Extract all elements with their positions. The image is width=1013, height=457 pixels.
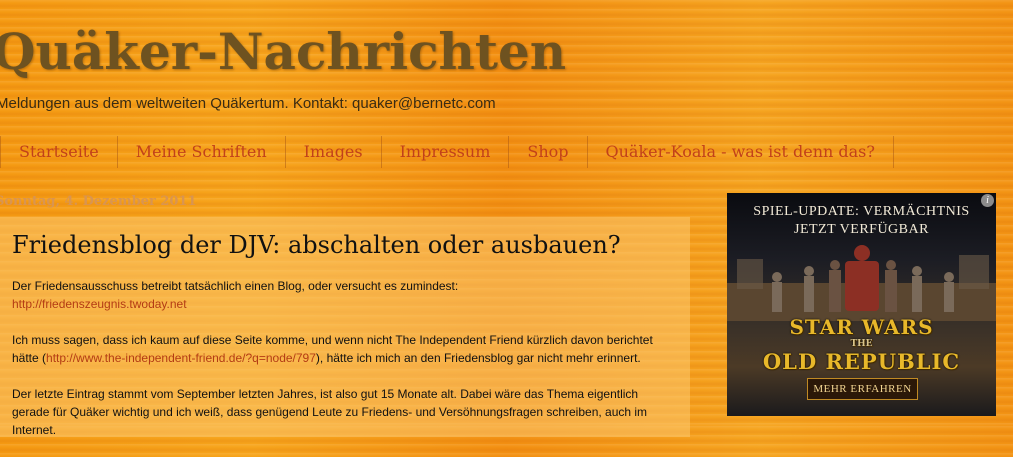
post-paragraph-3: Der letzte Eintrag stammt vom September … [12, 387, 648, 437]
nav-divider [892, 136, 895, 168]
sidebar-ad-banner[interactable]: i SPIEL-UPDATE: VERMÄCHTNIS JETZT VERFÜG… [727, 193, 996, 416]
post-paragraph-2-after: ), hätte ich mich an den Friedensblog ga… [315, 351, 641, 365]
ad-logo-line-1: STAR WARS [789, 315, 934, 339]
post-body: Der Friedensausschuss betreibt tatsächli… [12, 277, 678, 457]
post-paragraph-1: Der Friedensausschuss betreibt tatsächli… [12, 277, 678, 313]
post: Friedensblog der DJV: abschalten oder au… [0, 217, 690, 437]
ad-headline: SPIEL-UPDATE: VERMÄCHTNIS JETZT VERFÜGBA… [727, 203, 996, 239]
ad-characters-illustration [727, 245, 996, 321]
ad-more-info-button[interactable]: MEHR ERFAHREN [807, 378, 918, 400]
nav-item-impressum[interactable]: Impressum [380, 136, 509, 168]
nav-item-startseite[interactable]: Startseite [0, 136, 117, 168]
ad-game-logo: STAR WARS THE OLD REPUBLIC [727, 315, 996, 374]
ad-logo-line-2: THE [850, 339, 873, 349]
independent-friend-link[interactable]: http://www.the-independent-friend.de/?q=… [46, 351, 316, 365]
friedenszeugnis-link[interactable]: http://friedenszeugnis.twoday.net [12, 297, 187, 311]
ad-headline-line-2: JETZT VERFÜGBAR [794, 222, 929, 237]
page-nav: Startseite Meine Schriften Images Impres… [0, 136, 895, 168]
blog-description: Meldungen aus dem weltweiten Quäkertum. … [0, 95, 496, 112]
nav-item-images[interactable]: Images [284, 136, 381, 168]
nav-item-quaeker-koala[interactable]: Quäker-Koala - was ist denn das? [586, 136, 893, 168]
ad-headline-line-1: SPIEL-UPDATE: VERMÄCHTNIS [753, 204, 970, 219]
post-paragraph-1-text: Der Friedensausschuss betreibt tatsächli… [12, 279, 459, 293]
nav-item-shop[interactable]: Shop [508, 136, 586, 168]
nav-item-meine-schriften[interactable]: Meine Schriften [116, 136, 285, 168]
ad-logo-line-3: OLD REPUBLIC [762, 349, 961, 374]
blog-title[interactable]: Quäker-Nachrichten [0, 22, 566, 81]
post-paragraph-2: Ich muss sagen, dass ich kaum auf diese … [12, 331, 678, 367]
post-date-header: Sonntag, 4. Dezember 2011 [0, 194, 197, 209]
post-title[interactable]: Friedensblog der DJV: abschalten oder au… [12, 231, 621, 259]
